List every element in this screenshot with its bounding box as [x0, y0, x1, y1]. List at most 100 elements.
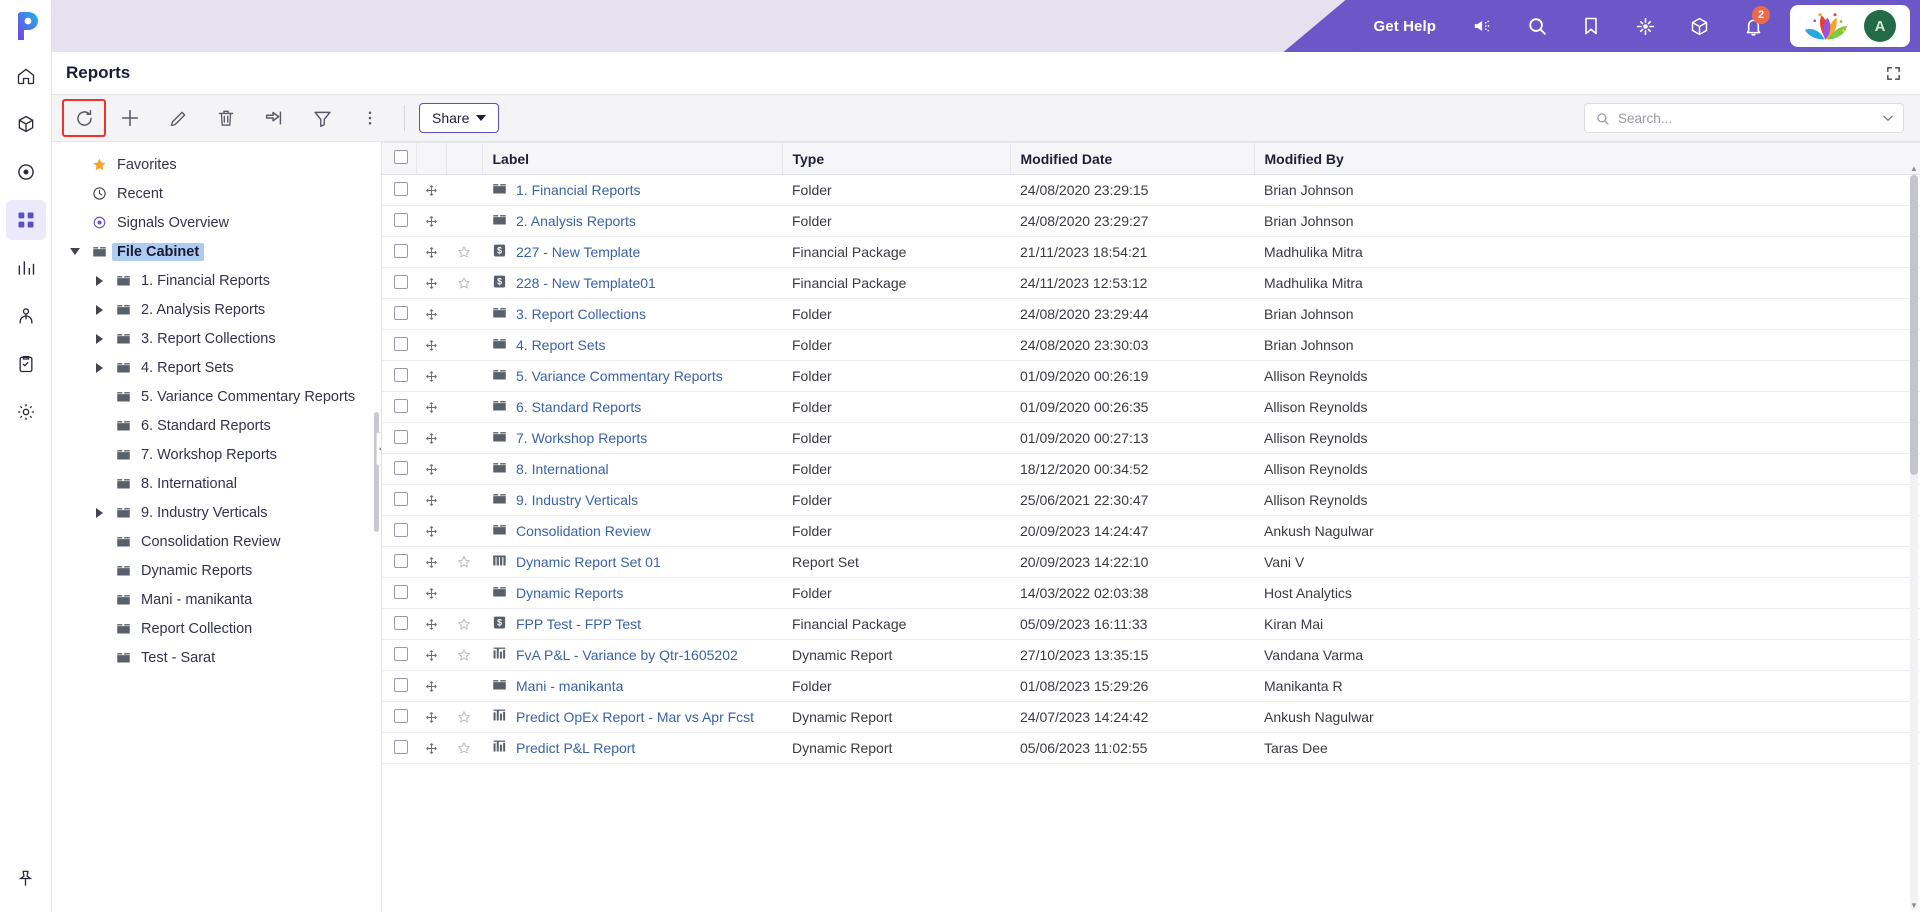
table-row[interactable]: 1. Financial Reports Folder 24/08/2020 23:…: [382, 174, 1920, 206]
table-scroll-thumb[interactable]: [1910, 175, 1918, 475]
table-row[interactable]: Consolidation Review Folder 20/09/2023 14:…: [382, 515, 1920, 547]
table-row[interactable]: 9. Industry Verticals Folder 25/06/2021 22…: [382, 484, 1920, 516]
table-row[interactable]: FvA P&L - Variance by Qtr-1605202 Dynamic…: [382, 639, 1920, 671]
drag-handle-icon[interactable]: [416, 339, 446, 352]
table-row[interactable]: $228 - New Template01 Financial Package 24…: [382, 267, 1920, 299]
table-row[interactable]: 3. Report Collections Folder 24/08/2020 23…: [382, 298, 1920, 330]
sidebar-item-apps[interactable]: [5, 200, 46, 240]
sidebar-item-mani-manikanta[interactable]: Mani - manikanta: [52, 585, 381, 614]
row-label-link[interactable]: 228 - New Template01: [516, 275, 656, 291]
favorite-star-icon[interactable]: [446, 555, 482, 569]
row-label-link[interactable]: 4. Report Sets: [516, 337, 606, 353]
chevron-down-icon[interactable]: [70, 248, 80, 255]
sidebar-item-7-workshop-reports[interactable]: 7. Workshop Reports: [52, 440, 381, 469]
column-header-label[interactable]: Label: [481, 142, 782, 175]
chevron-right-icon[interactable]: [95, 507, 103, 518]
sidebar-item-file-cabinet[interactable]: File Cabinet: [52, 237, 381, 266]
planful-logo[interactable]: [0, 0, 51, 52]
package-icon[interactable]: [1674, 0, 1724, 52]
drag-handle-icon[interactable]: [416, 587, 446, 600]
column-header-modified-by[interactable]: Modified By: [1253, 142, 1920, 175]
table-row[interactable]: Predict OpEx Report - Mar vs Apr Fcst Dyn…: [382, 701, 1920, 733]
search-input[interactable]: [1618, 110, 1873, 126]
table-row[interactable]: 8. International Folder 18/12/2020 00:34:5…: [382, 453, 1920, 485]
drag-handle-icon[interactable]: [416, 618, 446, 631]
table-row[interactable]: 4. Report Sets Folder 24/08/2020 23:30:03 B…: [382, 329, 1920, 361]
row-checkbox[interactable]: [394, 305, 408, 320]
column-header-modified-date[interactable]: Modified Date: [1009, 142, 1254, 175]
avatar[interactable]: A: [1864, 10, 1896, 42]
row-checkbox[interactable]: [394, 367, 408, 382]
pin-icon[interactable]: [6, 858, 46, 898]
row-checkbox[interactable]: [394, 212, 408, 227]
sidebar-item-recent[interactable]: Recent: [52, 179, 381, 208]
sidebar-item-favorites[interactable]: Favorites: [52, 150, 381, 179]
drag-handle-icon[interactable]: [416, 680, 446, 693]
table-row[interactable]: Predict P&L Report Dynamic Report 05/06/20…: [382, 732, 1920, 764]
favorite-star-icon[interactable]: [446, 245, 482, 259]
row-checkbox[interactable]: [394, 615, 408, 630]
drag-handle-icon[interactable]: [416, 432, 446, 445]
row-label-link[interactable]: 8. International: [516, 461, 609, 477]
row-label-link[interactable]: 7. Workshop Reports: [516, 430, 647, 446]
row-label-link[interactable]: FPP Test - FPP Test: [516, 616, 641, 632]
tree-twisty[interactable]: [88, 304, 110, 315]
row-label-link[interactable]: FvA P&L - Variance by Qtr-1605202: [516, 647, 738, 663]
sidebar-item-reports[interactable]: [6, 248, 46, 288]
bookmark-icon[interactable]: [1566, 0, 1616, 52]
sidebar-item-8-international[interactable]: 8. International: [52, 469, 381, 498]
sidebar-item-signals-overview[interactable]: Signals Overview: [52, 208, 381, 237]
row-label-link[interactable]: 227 - New Template: [516, 244, 640, 260]
drag-handle-icon[interactable]: [416, 463, 446, 476]
table-row[interactable]: Dynamic Reports Folder 14/03/2022 02:03:38…: [382, 577, 1920, 609]
filter-button[interactable]: [298, 98, 346, 138]
drag-handle-icon[interactable]: [416, 401, 446, 414]
drag-handle-icon[interactable]: [416, 277, 446, 290]
table-row[interactable]: Mani - manikanta Folder 01/08/2023 15:29:2…: [382, 670, 1920, 702]
row-checkbox[interactable]: [394, 336, 408, 351]
favorite-star-icon[interactable]: [446, 710, 482, 724]
table-row[interactable]: $227 - New Template Financial Package 21/1…: [382, 236, 1920, 268]
favorite-star-icon[interactable]: [446, 648, 482, 662]
sidebar-item-settings[interactable]: [6, 392, 46, 432]
chevron-right-icon[interactable]: [95, 275, 103, 286]
row-checkbox[interactable]: [394, 181, 408, 196]
favorite-star-icon[interactable]: [446, 741, 482, 755]
row-checkbox[interactable]: [394, 460, 408, 475]
row-label-link[interactable]: Predict OpEx Report - Mar vs Apr Fcst: [516, 709, 754, 725]
bell-icon[interactable]: 2: [1728, 0, 1778, 52]
sidebar-item-3-report-collections[interactable]: 3. Report Collections: [52, 324, 381, 353]
search-box[interactable]: [1584, 103, 1904, 133]
more-button[interactable]: [346, 98, 394, 138]
row-checkbox[interactable]: [394, 274, 408, 289]
drag-handle-icon[interactable]: [416, 370, 446, 383]
drag-handle-icon[interactable]: [416, 308, 446, 321]
sidebar-item-report-collection[interactable]: Report Collection: [52, 614, 381, 643]
drag-handle-icon[interactable]: [416, 246, 446, 259]
sidebar-item-5-variance-commentary-reports[interactable]: 5. Variance Commentary Reports: [52, 382, 381, 411]
scroll-up-icon[interactable]: ▲: [1910, 163, 1918, 173]
expand-icon[interactable]: [1885, 65, 1902, 82]
drag-handle-icon[interactable]: [416, 184, 446, 197]
drag-handle-icon[interactable]: [416, 215, 446, 228]
row-checkbox[interactable]: [394, 243, 408, 258]
tree-twisty[interactable]: [88, 362, 110, 373]
row-label-link[interactable]: 1. Financial Reports: [516, 182, 641, 198]
row-label-link[interactable]: 6. Standard Reports: [516, 399, 641, 415]
table-scrollbar[interactable]: ▲ ▼: [1910, 164, 1918, 910]
row-label-link[interactable]: 2. Analysis Reports: [516, 213, 636, 229]
row-label-link[interactable]: 3. Report Collections: [516, 306, 646, 322]
table-row[interactable]: 2. Analysis Reports Folder 24/08/2020 23:2…: [382, 205, 1920, 237]
chevron-right-icon[interactable]: [95, 304, 103, 315]
favorite-star-icon[interactable]: [446, 617, 482, 631]
drag-handle-icon[interactable]: [416, 711, 446, 724]
drag-handle-icon[interactable]: [416, 525, 446, 538]
scroll-down-icon[interactable]: ▼: [1910, 900, 1918, 910]
share-button[interactable]: Share: [419, 103, 500, 133]
tree-twisty[interactable]: [64, 248, 86, 255]
refresh-button[interactable]: [62, 99, 106, 137]
row-label-link[interactable]: 5. Variance Commentary Reports: [516, 368, 723, 384]
drag-handle-icon[interactable]: [416, 649, 446, 662]
table-row[interactable]: 7. Workshop Reports Folder 01/09/2020 00:2…: [382, 422, 1920, 454]
edit-button[interactable]: [154, 98, 202, 138]
